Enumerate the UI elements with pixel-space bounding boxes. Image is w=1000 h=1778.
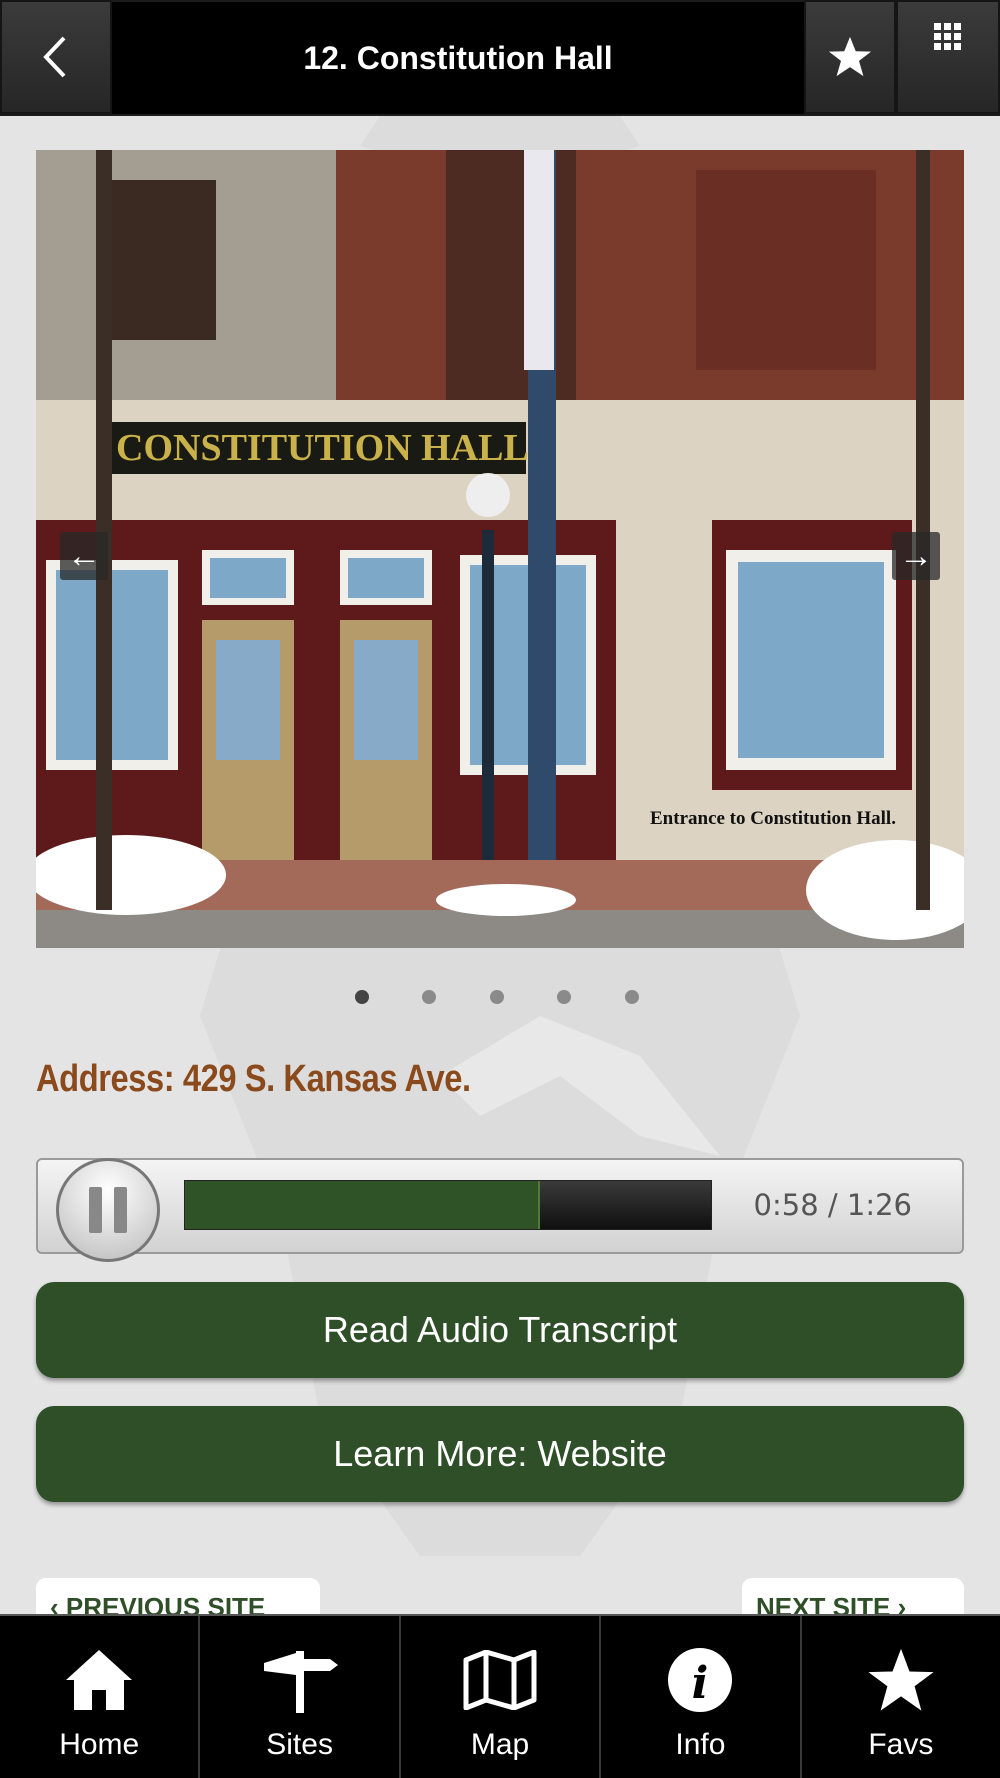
read-transcript-button[interactable]: Read Audio Transcript: [36, 1282, 964, 1378]
home-icon: [66, 1650, 133, 1710]
audio-progress-bar[interactable]: [184, 1180, 712, 1230]
signpost-icon: [263, 1651, 338, 1713]
audio-time: 0:58 / 1:26: [753, 1188, 912, 1222]
page-title: 12. Constitution Hall: [303, 39, 613, 76]
chevron-left-icon: [43, 36, 66, 78]
sign-text: CONSTITUTION HALL: [116, 427, 529, 469]
menu-grid-button[interactable]: [896, 0, 1000, 114]
slide-dot-2[interactable]: [422, 990, 436, 1004]
photo-caption: Entrance to Constitution Hall.: [650, 808, 896, 829]
tab-label-info: Info: [675, 1728, 726, 1761]
tab-sites[interactable]: Sites: [200, 1616, 401, 1778]
svg-text:i: i: [692, 1658, 709, 1709]
slide-dot-4[interactable]: [557, 990, 571, 1004]
pause-icon: [89, 1187, 102, 1233]
learn-more-website-button[interactable]: Learn More: Website: [36, 1406, 964, 1502]
next-slide-button[interactable]: →: [892, 532, 940, 580]
star-icon: [828, 36, 872, 77]
audio-progress-fill: [185, 1181, 540, 1229]
favorite-button[interactable]: [804, 0, 896, 114]
arrow-right-icon: →: [899, 536, 933, 575]
tab-label-favs: Favs: [868, 1728, 934, 1761]
back-button[interactable]: [0, 0, 112, 114]
slide-dot-1[interactable]: [355, 990, 369, 1004]
tab-label-map: Map: [470, 1728, 530, 1761]
tab-map[interactable]: Map: [401, 1616, 602, 1778]
tab-favs[interactable]: Favs: [802, 1616, 1000, 1778]
bottom-tab-bar: Home Sites Map i Info Favs: [0, 1614, 1000, 1778]
slide-pagination: [0, 990, 1000, 1010]
tab-label-home: Home: [59, 1728, 140, 1761]
prev-slide-button[interactable]: ←: [60, 532, 108, 580]
map-icon: [463, 1650, 537, 1710]
tab-label-sites: Sites: [266, 1728, 333, 1761]
next-site-button[interactable]: NEXT SITE ›: [742, 1578, 964, 1618]
info-icon: i: [668, 1648, 733, 1712]
pause-button[interactable]: [56, 1158, 160, 1262]
star-icon: [868, 1648, 934, 1711]
grid-icon: [934, 23, 961, 50]
page-title-container: 12. Constitution Hall: [112, 2, 804, 114]
audio-player: 0:58 / 1:26: [36, 1158, 964, 1262]
arrow-left-icon: ←: [67, 536, 101, 575]
tab-info[interactable]: i Info: [601, 1616, 802, 1778]
slide-dot-5[interactable]: [625, 990, 639, 1004]
previous-site-button[interactable]: ‹ PREVIOUS SITE: [36, 1578, 320, 1618]
site-address: Address: 429 S. Kansas Ave.: [36, 1058, 471, 1100]
photo-slider[interactable]: CONSTITUTION HALL ← → Entrance to Consti…: [36, 150, 964, 948]
slide-dot-3[interactable]: [490, 990, 504, 1004]
tab-home[interactable]: Home: [0, 1616, 201, 1778]
top-nav-bar: 12. Constitution Hall: [0, 0, 1000, 116]
